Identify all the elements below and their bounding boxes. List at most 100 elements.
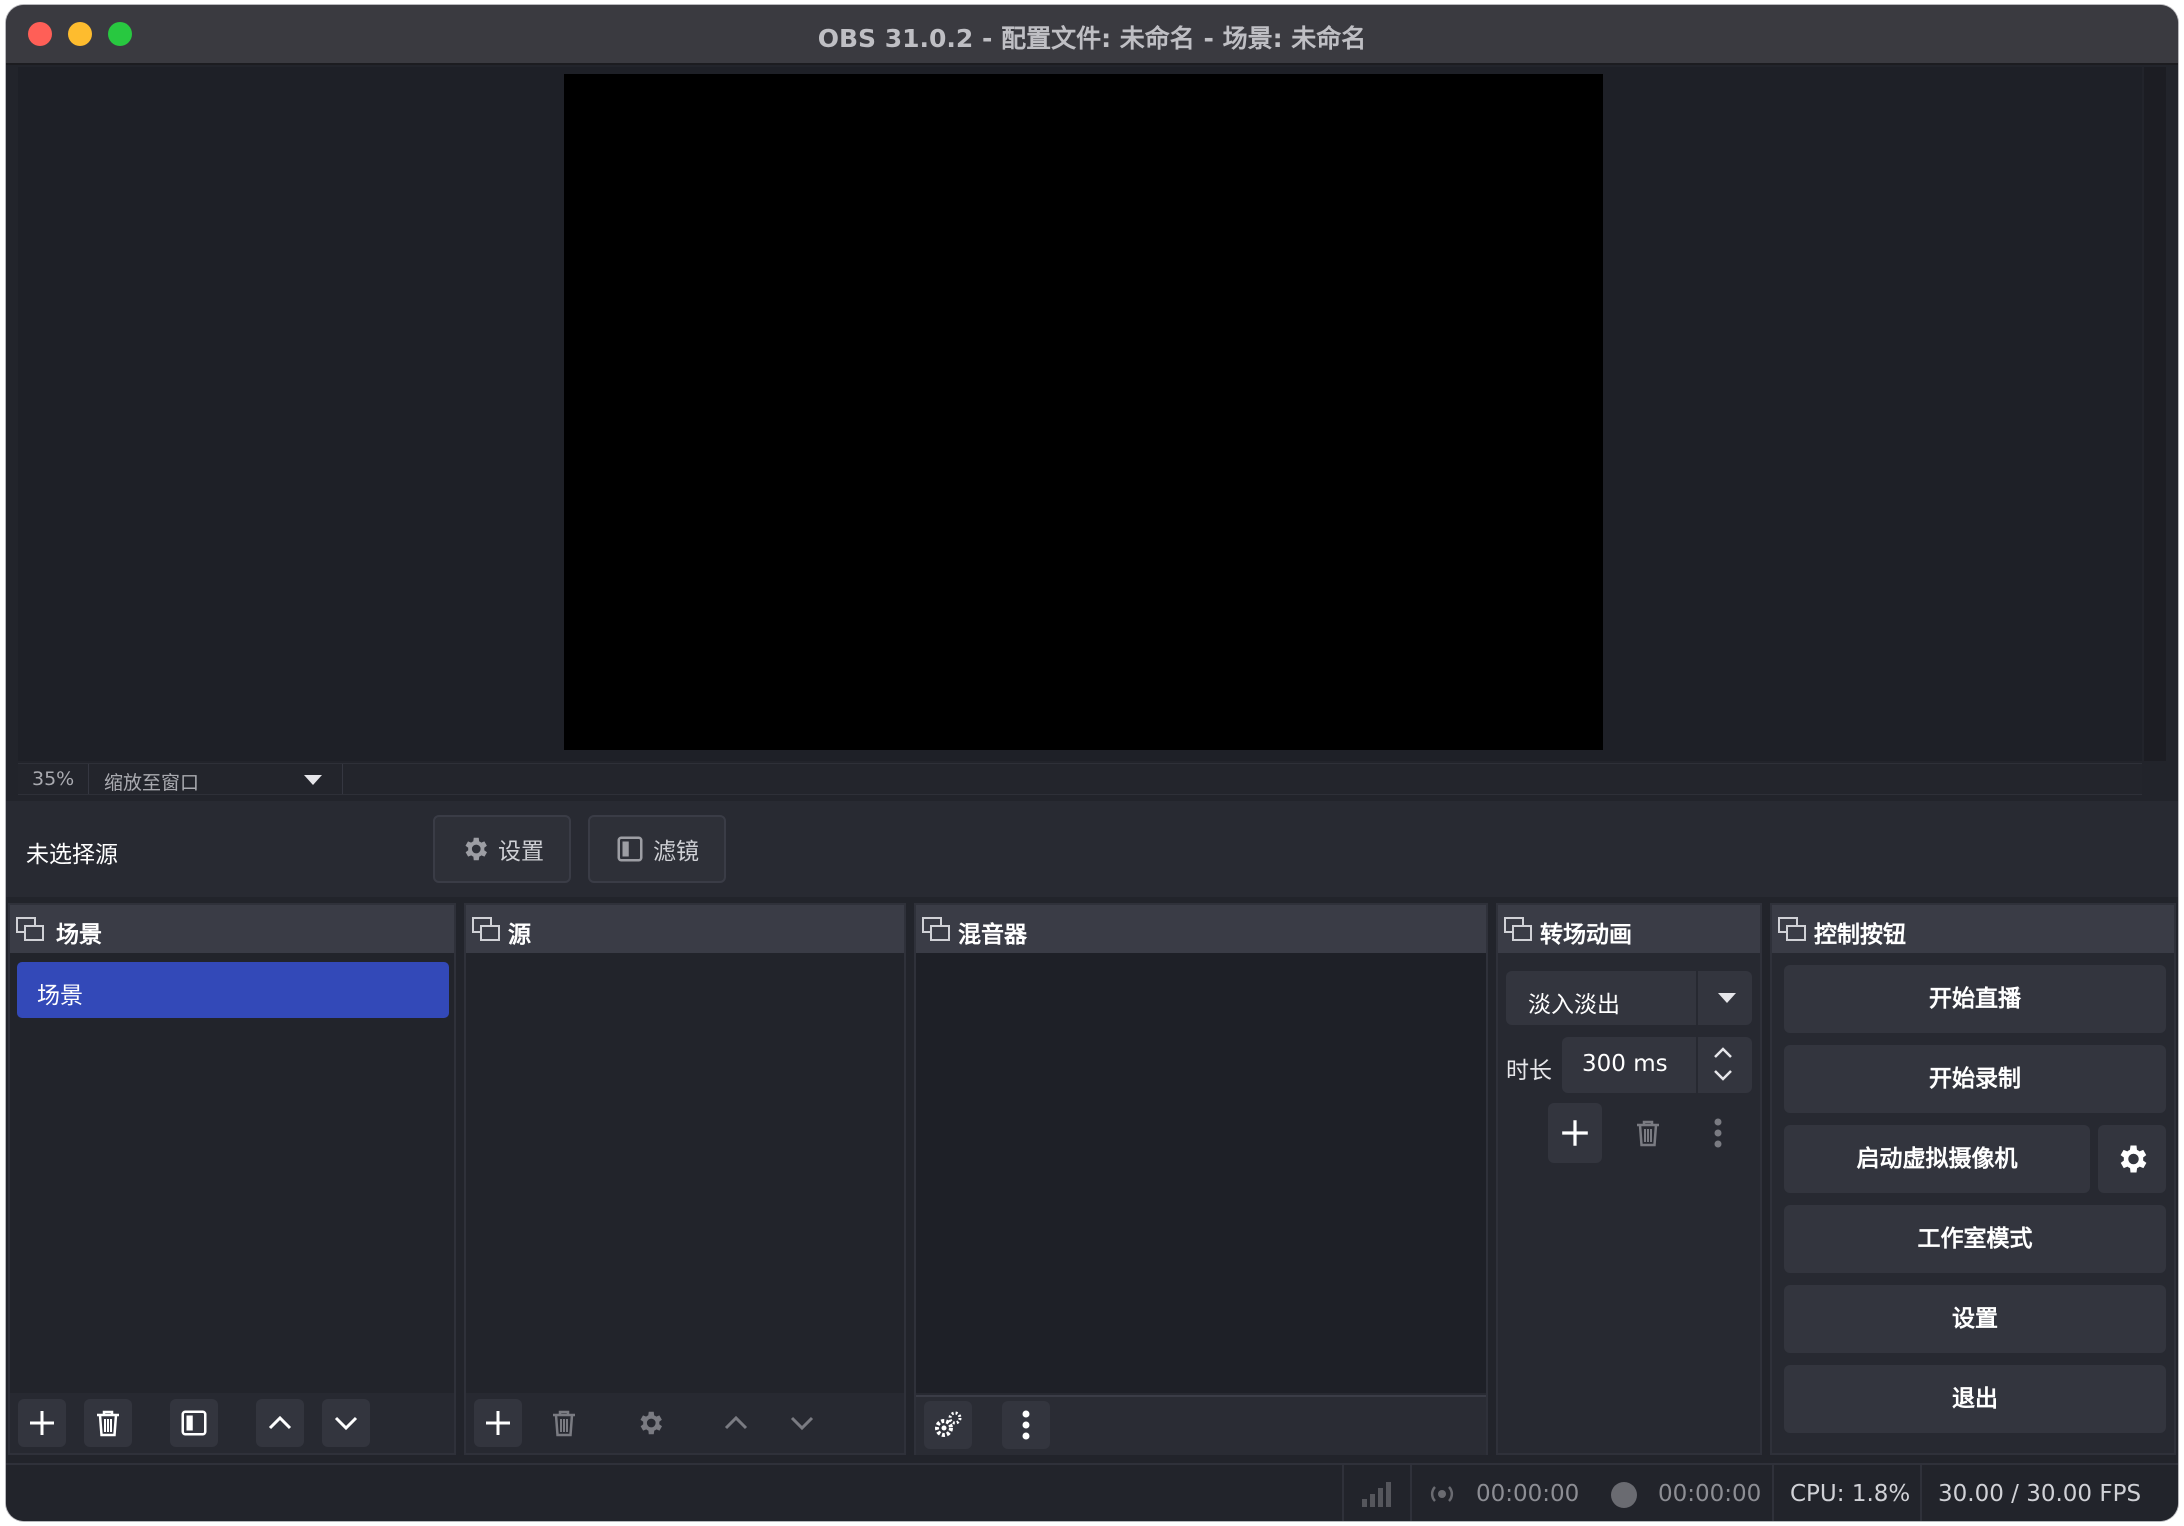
chevron-up-icon bbox=[724, 1415, 748, 1430]
more-vertical-icon bbox=[1714, 1118, 1722, 1148]
source-context-bar: 未选择源 设置 滤镜 bbox=[6, 801, 2178, 897]
chevron-down-icon bbox=[334, 1416, 358, 1431]
mixer-dock-title: 混音器 bbox=[958, 922, 1027, 948]
gear-icon bbox=[465, 837, 487, 861]
plus-icon bbox=[486, 1411, 510, 1435]
zoom-percent: 35% bbox=[32, 768, 75, 790]
preview-scrollbar[interactable] bbox=[2144, 67, 2166, 761]
controls-dock-header: 控制按钮 bbox=[1772, 905, 2174, 953]
dock-float-icon[interactable] bbox=[16, 917, 46, 943]
add-source-button[interactable] bbox=[474, 1399, 522, 1447]
dock-float-icon[interactable] bbox=[1778, 917, 1808, 943]
divider bbox=[1772, 1465, 1774, 1521]
chevron-up-icon bbox=[268, 1415, 292, 1430]
settings-button[interactable]: 设置 bbox=[1784, 1285, 2166, 1353]
source-properties-button[interactable] bbox=[626, 1399, 674, 1447]
remove-source-button[interactable] bbox=[540, 1399, 588, 1447]
move-source-up-button[interactable] bbox=[712, 1399, 760, 1447]
mixer-toolbar bbox=[916, 1395, 1486, 1455]
controls-dock-title: 控制按钮 bbox=[1814, 922, 1906, 948]
preview-canvas[interactable] bbox=[564, 74, 1603, 750]
no-source-selected-label: 未选择源 bbox=[26, 842, 118, 868]
dock-float-icon[interactable] bbox=[1504, 917, 1534, 943]
transition-properties-button[interactable] bbox=[1694, 1109, 1742, 1157]
trash-icon bbox=[553, 1410, 575, 1437]
source-settings-button[interactable]: 设置 bbox=[433, 815, 571, 883]
record-time: 00:00:00 bbox=[1658, 1481, 1762, 1507]
remove-scene-button[interactable] bbox=[84, 1399, 132, 1447]
source-filters-label: 滤镜 bbox=[653, 839, 699, 865]
sources-dock-header: 源 bbox=[466, 905, 904, 953]
mixer-dock: 混音器 bbox=[914, 903, 1488, 1455]
move-source-down-button[interactable] bbox=[778, 1399, 826, 1447]
source-filters-button[interactable]: 滤镜 bbox=[588, 815, 726, 883]
mixer-channels-area bbox=[916, 953, 1486, 1393]
zoom-mode-select[interactable]: 缩放至窗口 bbox=[104, 768, 199, 795]
virtual-camera-settings-button[interactable] bbox=[2098, 1125, 2166, 1193]
add-scene-button[interactable] bbox=[18, 1399, 66, 1447]
more-vertical-icon bbox=[1022, 1410, 1030, 1440]
move-scene-down-button[interactable] bbox=[322, 1399, 370, 1447]
mixer-dock-header: 混音器 bbox=[916, 905, 1486, 953]
advanced-audio-properties-button[interactable] bbox=[924, 1401, 972, 1449]
plus-icon bbox=[30, 1411, 54, 1435]
zoom-bar: 35% 缩放至窗口 bbox=[18, 763, 2142, 795]
divider bbox=[1342, 1465, 1344, 1521]
chevron-up-icon[interactable] bbox=[1712, 1043, 1734, 1063]
fps-readout: 30.00 / 30.00 FPS bbox=[1938, 1481, 2142, 1507]
filter-icon bbox=[181, 1410, 207, 1436]
status-bar: 00:00:00 00:00:00 CPU: 1.8% 30.00 / 30.0… bbox=[6, 1463, 2178, 1521]
divider bbox=[1696, 971, 1698, 1025]
transition-selected-label: 淡入淡出 bbox=[1528, 992, 1620, 1018]
scene-list-item[interactable]: 场景 bbox=[17, 962, 449, 1018]
sources-dock: 源 bbox=[464, 903, 906, 1455]
trash-icon bbox=[97, 1410, 119, 1437]
mixer-menu-button[interactable] bbox=[1002, 1401, 1050, 1449]
controls-dock: 控制按钮 开始直播 开始录制 启动虚拟摄像机 工作室模式 设置 退出 bbox=[1770, 903, 2176, 1455]
sources-list[interactable] bbox=[466, 953, 904, 1393]
stream-time: 00:00:00 bbox=[1476, 1481, 1580, 1507]
transitions-dock: 转场动画 淡入淡出 时长 300 ms bbox=[1496, 903, 1762, 1455]
chevron-down-icon[interactable] bbox=[1712, 1065, 1734, 1085]
gear-icon bbox=[640, 1411, 662, 1435]
add-transition-button[interactable] bbox=[1548, 1103, 1602, 1163]
duration-spinbox[interactable]: 300 ms bbox=[1562, 1037, 1752, 1093]
start-virtual-camera-button[interactable]: 启动虚拟摄像机 bbox=[1784, 1125, 2090, 1193]
scenes-dock-title: 场景 bbox=[56, 922, 102, 948]
filter-icon bbox=[617, 836, 643, 862]
chevron-down-icon bbox=[790, 1416, 814, 1431]
dock-float-icon[interactable] bbox=[472, 917, 502, 943]
trash-icon bbox=[1637, 1120, 1659, 1147]
divider bbox=[88, 764, 89, 794]
dock-float-icon[interactable] bbox=[922, 917, 952, 943]
scenes-dock-header: 场景 bbox=[10, 905, 454, 953]
exit-button[interactable]: 退出 bbox=[1784, 1365, 2166, 1433]
gear-icon bbox=[2120, 1145, 2147, 1173]
record-icon bbox=[1611, 1482, 1637, 1508]
transitions-dock-header: 转场动画 bbox=[1498, 905, 1760, 953]
title-bar: OBS 31.0.2 - 配置文件: 未命名 - 场景: 未命名 bbox=[6, 5, 2178, 65]
gears-icon bbox=[935, 1411, 962, 1437]
obs-window: OBS 31.0.2 - 配置文件: 未命名 - 场景: 未命名 35% 缩放至… bbox=[6, 5, 2178, 1521]
scenes-list bbox=[10, 953, 454, 1393]
scene-filters-button[interactable] bbox=[170, 1399, 218, 1447]
preview-area[interactable] bbox=[18, 67, 2166, 761]
duration-value[interactable]: 300 ms bbox=[1582, 1051, 1668, 1077]
source-settings-label: 设置 bbox=[498, 839, 544, 865]
chevron-down-icon bbox=[1718, 993, 1736, 1003]
signal-bars-icon bbox=[1362, 1482, 1391, 1507]
transitions-dock-title: 转场动画 bbox=[1540, 922, 1632, 948]
studio-mode-button[interactable]: 工作室模式 bbox=[1784, 1205, 2166, 1273]
scenes-dock: 场景 场景 bbox=[8, 903, 456, 1455]
divider bbox=[1696, 1037, 1698, 1093]
start-recording-button[interactable]: 开始录制 bbox=[1784, 1045, 2166, 1113]
remove-transition-button[interactable] bbox=[1624, 1109, 1672, 1157]
sources-dock-title: 源 bbox=[508, 922, 531, 948]
start-streaming-button[interactable]: 开始直播 bbox=[1784, 965, 2166, 1033]
broadcast-icon bbox=[1430, 1486, 1454, 1502]
plus-icon bbox=[1562, 1120, 1588, 1146]
divider bbox=[1920, 1465, 1922, 1521]
chevron-down-icon[interactable] bbox=[304, 775, 322, 785]
move-scene-up-button[interactable] bbox=[256, 1399, 304, 1447]
transition-select[interactable]: 淡入淡出 bbox=[1506, 971, 1752, 1025]
